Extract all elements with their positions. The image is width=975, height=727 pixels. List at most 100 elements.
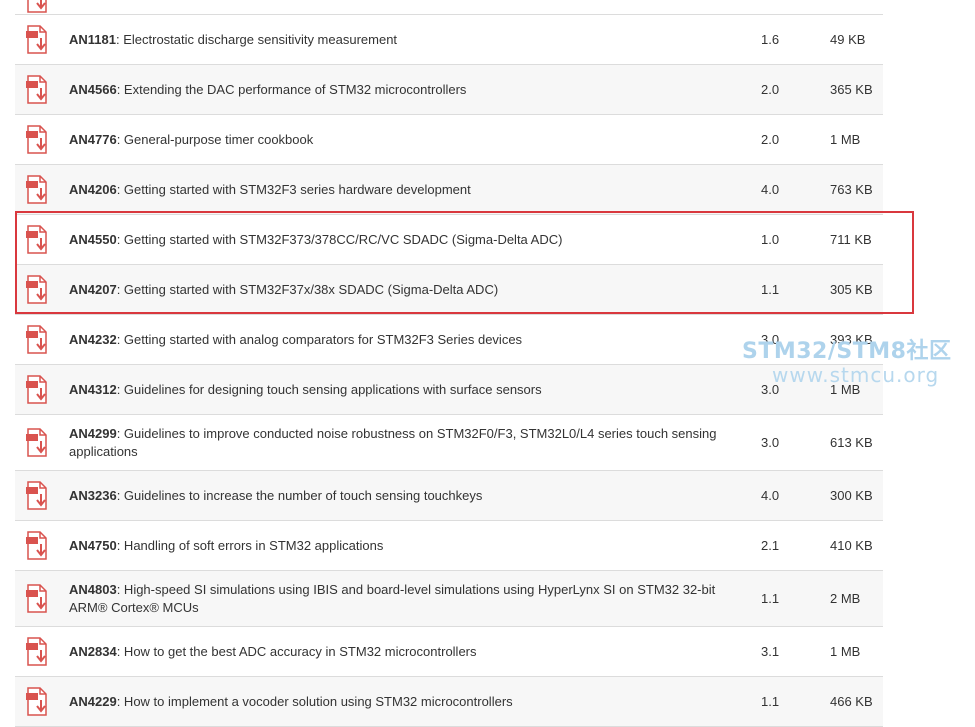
document-description: : Guidelines to improve conducted noise … xyxy=(69,425,717,459)
document-description: : Electrostatic discharge sensitivity me… xyxy=(115,31,398,47)
document-title: AN4206: Getting started with STM32F3 ser… xyxy=(69,165,729,214)
document-code-link[interactable]: AN3236 xyxy=(69,488,117,503)
document-code-link[interactable]: AN4299 xyxy=(69,426,117,441)
pdf-download-icon[interactable] xyxy=(24,325,50,355)
document-version: 2.1 xyxy=(761,538,780,553)
document-code-link[interactable]: AN4312 xyxy=(69,382,117,397)
document-size: 1 MB xyxy=(830,382,861,397)
table-row: AN4750: Handling of soft errors in STM32… xyxy=(15,521,883,571)
document-version: 1.1 xyxy=(761,694,780,709)
document-size: 365 KB xyxy=(830,82,873,97)
document-version: 1.1 xyxy=(761,282,780,297)
pdf-download-icon[interactable] xyxy=(24,0,50,14)
pdf-download-icon[interactable] xyxy=(24,125,50,155)
document-title: AN4566: Extending the DAC performance of… xyxy=(69,65,729,114)
table-row: AN4232: Getting started with analog comp… xyxy=(15,315,883,365)
table-row: AN4776: General-purpose timer cookbook 2… xyxy=(15,115,883,165)
document-size: 1 MB xyxy=(830,644,861,659)
document-description: : Getting started with STM32F373/378CC/R… xyxy=(116,231,563,247)
document-code-link[interactable]: AN1181 xyxy=(69,32,116,47)
pdf-download-icon[interactable] xyxy=(24,584,50,614)
document-description: : Getting started with STM32F37x/38x SDA… xyxy=(116,281,499,297)
pdf-download-icon[interactable] xyxy=(24,375,50,405)
pdf-download-icon[interactable] xyxy=(24,25,50,55)
document-version: 1.0 xyxy=(761,232,780,247)
table-row: AN4206: Getting started with STM32F3 ser… xyxy=(15,165,883,215)
document-size: 1 MB xyxy=(830,132,861,147)
document-title: AN3236: Guidelines to increase the numbe… xyxy=(69,471,729,520)
document-description: : Extending the DAC performance of STM32… xyxy=(116,81,467,97)
document-description: : Handling of soft errors in STM32 appli… xyxy=(116,537,384,553)
document-description: : Getting started with STM32F3 series ha… xyxy=(116,181,471,197)
document-size: 393 KB xyxy=(830,332,873,347)
document-size: 49 KB xyxy=(830,32,866,47)
table-row: AN2834: How to get the best ADC accuracy… xyxy=(15,627,883,677)
table-row: AN4299: Guidelines to improve conducted … xyxy=(15,415,883,471)
document-title: AN4550: Getting started with STM32F373/3… xyxy=(69,215,729,264)
pdf-download-icon[interactable] xyxy=(24,637,50,667)
table-row: AN4312: Guidelines for designing touch s… xyxy=(15,365,883,415)
document-title: AN4299: Guidelines to improve conducted … xyxy=(69,415,729,470)
document-title: AN2834: How to get the best ADC accuracy… xyxy=(69,627,729,676)
document-list: AN1181: Electrostatic discharge sensitiv… xyxy=(15,0,883,727)
document-code-link[interactable]: AN4550 xyxy=(69,232,117,247)
pdf-download-icon[interactable] xyxy=(24,481,50,511)
table-row: AN4207: Getting started with STM32F37x/3… xyxy=(15,265,883,315)
table-row: AN4550: Getting started with STM32F373/3… xyxy=(15,215,883,265)
document-title: AN4207: Getting started with STM32F37x/3… xyxy=(69,265,729,314)
pdf-download-icon[interactable] xyxy=(24,531,50,561)
pdf-download-icon[interactable] xyxy=(24,75,50,105)
document-title: AN4232: Getting started with analog comp… xyxy=(69,315,729,364)
document-size: 613 KB xyxy=(830,435,873,450)
document-title: AN4312: Guidelines for designing touch s… xyxy=(69,365,729,414)
document-code-link[interactable]: AN4229 xyxy=(69,694,117,709)
document-version: 3.1 xyxy=(761,644,780,659)
document-code-link[interactable]: AN4803 xyxy=(69,582,117,597)
document-description: : Getting started with analog comparator… xyxy=(116,331,523,347)
document-version: 3.0 xyxy=(761,435,780,450)
document-version: 4.0 xyxy=(761,182,780,197)
document-description: : How to implement a vocoder solution us… xyxy=(116,693,513,709)
table-row xyxy=(15,0,883,15)
document-version: 4.0 xyxy=(761,488,780,503)
document-version: 1.6 xyxy=(761,32,780,47)
document-size: 763 KB xyxy=(830,182,873,197)
document-description: : High-speed SI simulations using IBIS a… xyxy=(69,581,716,615)
document-description: : Guidelines to increase the number of t… xyxy=(116,487,483,503)
table-row: AN4566: Extending the DAC performance of… xyxy=(15,65,883,115)
document-size: 2 MB xyxy=(830,591,861,606)
document-version: 3.0 xyxy=(761,382,780,397)
document-code-link[interactable]: AN2834 xyxy=(69,644,117,659)
document-size: 711 KB xyxy=(830,232,872,247)
table-row: AN4229: How to implement a vocoder solut… xyxy=(15,677,883,727)
pdf-download-icon[interactable] xyxy=(24,275,50,305)
table-row: AN3236: Guidelines to increase the numbe… xyxy=(15,471,883,521)
pdf-download-icon[interactable] xyxy=(24,225,50,255)
pdf-download-icon[interactable] xyxy=(24,175,50,205)
pdf-download-icon[interactable] xyxy=(24,428,50,458)
document-title: AN4750: Handling of soft errors in STM32… xyxy=(69,521,729,570)
document-description: : Guidelines for designing touch sensing… xyxy=(116,381,542,397)
document-title: AN4229: How to implement a vocoder solut… xyxy=(69,677,729,726)
document-size: 305 KB xyxy=(830,282,873,297)
document-code-link[interactable]: AN4750 xyxy=(69,538,117,553)
document-code-link[interactable]: AN4232 xyxy=(69,332,117,347)
document-code-link[interactable]: AN4206 xyxy=(69,182,117,197)
document-code-link[interactable]: AN4566 xyxy=(69,82,117,97)
table-row: AN4803: High-speed SI simulations using … xyxy=(15,571,883,627)
document-description: : General-purpose timer cookbook xyxy=(116,131,314,147)
document-title: AN4776: General-purpose timer cookbook xyxy=(69,115,729,164)
pdf-download-icon[interactable] xyxy=(24,687,50,717)
document-size: 300 KB xyxy=(830,488,873,503)
document-code-link[interactable]: AN4207 xyxy=(69,282,117,297)
document-size: 410 KB xyxy=(830,538,873,553)
document-version: 2.0 xyxy=(761,132,780,147)
document-version: 1.1 xyxy=(761,591,780,606)
document-description: : How to get the best ADC accuracy in ST… xyxy=(116,643,477,659)
document-title: AN1181: Electrostatic discharge sensitiv… xyxy=(69,15,729,64)
document-title: AN4803: High-speed SI simulations using … xyxy=(69,571,729,626)
document-version: 2.0 xyxy=(761,82,780,97)
document-version: 3.0 xyxy=(761,332,780,347)
document-size: 466 KB xyxy=(830,694,873,709)
document-code-link[interactable]: AN4776 xyxy=(69,132,117,147)
